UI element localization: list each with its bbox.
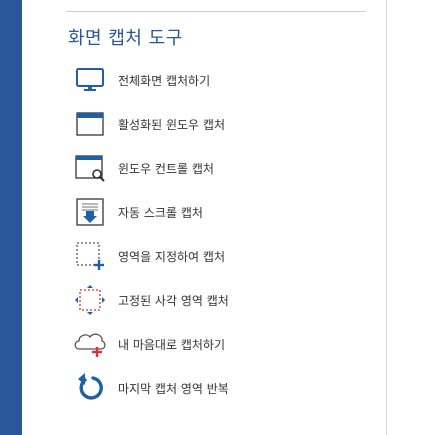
menu-item-region-capture[interactable]: 영역을 지정하여 캡처 [68, 234, 368, 278]
fixed-rect-icon [68, 278, 112, 322]
menu-item-window-control-capture[interactable]: 윈도우 컨트롤 캡처 [68, 146, 368, 190]
monitor-icon [68, 58, 112, 102]
menu-item-freeform-capture[interactable]: 내 마음대로 캡처하기 [68, 322, 368, 366]
menu-item-label: 영역을 지정하여 캡처 [118, 249, 225, 264]
right-divider [386, 0, 387, 435]
menu-item-label: 윈도우 컨트롤 캡처 [118, 161, 214, 176]
menu-item-label: 마지막 캡처 영역 반복 [118, 381, 229, 396]
freeform-cloud-icon [68, 322, 112, 366]
menu-item-label: 전체화면 캡처하기 [118, 73, 211, 88]
menu-item-label: 활성화된 윈도우 캡처 [118, 117, 225, 132]
menu-item-label: 자동 스크롤 캡처 [118, 205, 203, 220]
capture-menu-list: 전체화면 캡처하기 활성화된 윈도우 캡처 윈도우 컨트롤 캡처 자동 스크롤 … [68, 58, 368, 410]
menu-item-auto-scroll-capture[interactable]: 자동 스크롤 캡처 [68, 190, 368, 234]
left-accent-strip [0, 0, 22, 435]
panel-title: 화면 캡처 도구 [68, 28, 183, 49]
menu-item-repeat-last-capture[interactable]: 마지막 캡처 영역 반복 [68, 366, 368, 410]
repeat-icon [68, 366, 112, 410]
region-select-icon [68, 234, 112, 278]
menu-item-fixed-rect-capture[interactable]: 고정된 사각 영역 캡처 [68, 278, 368, 322]
scroll-capture-icon [68, 190, 112, 234]
menu-item-active-window-capture[interactable]: 활성화된 윈도우 캡처 [68, 102, 368, 146]
window-icon [68, 102, 112, 146]
top-divider [66, 11, 366, 12]
menu-item-label: 고정된 사각 영역 캡처 [118, 293, 229, 308]
menu-item-label: 내 마음대로 캡처하기 [118, 337, 225, 352]
menu-item-fullscreen-capture[interactable]: 전체화면 캡처하기 [68, 58, 368, 102]
window-magnifier-icon [68, 146, 112, 190]
